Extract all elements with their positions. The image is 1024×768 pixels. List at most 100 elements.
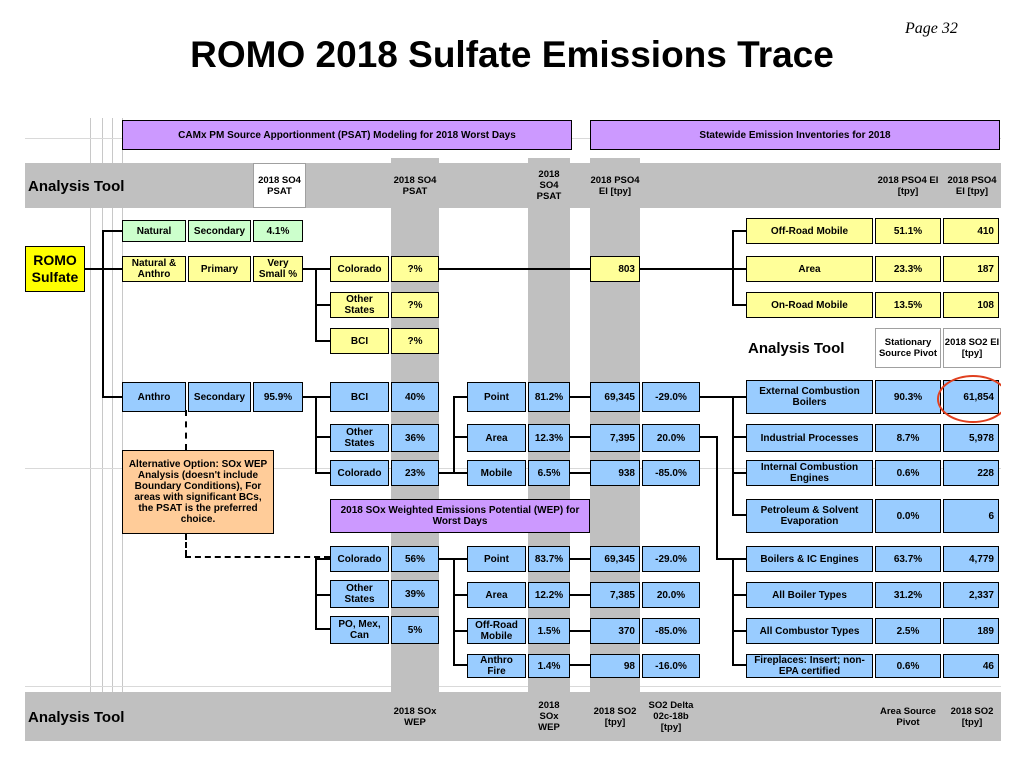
origin-anthro-source: Anthro — [122, 382, 186, 412]
stationary-source-pct: 8.7% — [875, 424, 941, 452]
stationary-source-pct: 0.6% — [875, 460, 941, 486]
wep-sector-so2: 69,345 — [590, 546, 640, 572]
wep-region-name: Other States — [330, 580, 389, 608]
psat-sector-name: Area — [467, 424, 526, 452]
pso4-source-pct: 23.3% — [875, 256, 941, 282]
psat-sector-so2: 69,345 — [590, 382, 640, 412]
alternative-option-note: Alternative Option: SOx WEP Analysis (do… — [122, 450, 274, 534]
origin-natural-source: Natural — [122, 220, 186, 242]
stationary-source-tpy: 5,978 — [943, 424, 999, 452]
col-header-so2-ei: 2018 SO2 EI [tpy] — [943, 328, 1001, 368]
col-header-so2-tpy: 2018 SO2 [tpy] — [593, 705, 637, 728]
wep-sector-share: 12.2% — [528, 582, 570, 608]
area-source-tpy: 2,337 — [943, 582, 999, 608]
analysis-tool-label-top: Analysis Tool — [28, 177, 125, 195]
stationary-source-name: Industrial Processes — [746, 424, 873, 452]
stationary-source-pct: 0.0% — [875, 499, 941, 533]
area-source-name: Fireplaces: Insert; non-EPA certified — [746, 654, 873, 678]
psat-region-share: 23% — [391, 460, 439, 486]
wep-sector-delta: 20.0% — [642, 582, 700, 608]
psat-region-name: BCI — [330, 382, 389, 412]
wep-region-name: Colorado — [330, 546, 389, 572]
area-source-name: All Boiler Types — [746, 582, 873, 608]
primary-region-share: ?% — [391, 256, 439, 282]
col-header-pso4-ei: 2018 PSO4 EI [tpy] — [590, 174, 640, 197]
wep-region-share: 56% — [391, 546, 439, 572]
primary-region-name: Other States — [330, 292, 389, 318]
area-source-name: All Combustor Types — [746, 618, 873, 644]
analysis-tool-label-bottom: Analysis Tool — [28, 708, 125, 726]
origin-anthro-share: 95.9% — [253, 382, 303, 412]
area-source-tpy: 4,779 — [943, 546, 999, 572]
psat-region-share: 40% — [391, 382, 439, 412]
stationary-source-tpy: 6 — [943, 499, 999, 533]
col-header-stationary-pivot: Stationary Source Pivot — [875, 328, 941, 368]
psat-region-name: Colorado — [330, 460, 389, 486]
inventory-banner: Statewide Emission Inventories for 2018 — [590, 120, 1000, 150]
slide-title: ROMO 2018 Sulfate Emissions Trace — [190, 34, 834, 75]
wep-sector-so2: 7,385 — [590, 582, 640, 608]
area-source-tpy: 46 — [943, 654, 999, 678]
stationary-source-pct: 90.3% — [875, 380, 941, 414]
psat-sector-share: 12.3% — [528, 424, 570, 452]
origin-mixed-share: Very Small % — [253, 256, 303, 282]
primary-region-name: Colorado — [330, 256, 389, 282]
analysis-tool-band-bottom — [25, 692, 1001, 741]
primary-region-name: BCI — [330, 328, 389, 354]
col-header-pso4-tpy: 2018 PSO4 EI [tpy] — [947, 174, 997, 197]
col-header-area-pivot: Area Source Pivot — [880, 705, 936, 728]
psat-sector-delta: 20.0% — [642, 424, 700, 452]
pso4-source-tpy: 108 — [943, 292, 999, 318]
wep-sector-delta: -16.0% — [642, 654, 700, 678]
wep-sector-name: Off-Road Mobile — [467, 618, 526, 644]
wep-sector-delta: -85.0% — [642, 618, 700, 644]
col-header-so2-tpy-2: 2018 SO2 [tpy] — [950, 705, 994, 728]
stationary-source-name: Internal Combustion Engines — [746, 460, 873, 486]
wep-sector-delta: -29.0% — [642, 546, 700, 572]
wep-sector-share: 1.4% — [528, 654, 570, 678]
area-source-name: Boilers & IC Engines — [746, 546, 873, 572]
psat-sector-share: 6.5% — [528, 460, 570, 486]
wep-sector-share: 1.5% — [528, 618, 570, 644]
wep-sector-name: Anthro Fire — [467, 654, 526, 678]
psat-sector-so2: 7,395 — [590, 424, 640, 452]
psat-sector-delta: -29.0% — [642, 382, 700, 412]
pso4-source-tpy: 410 — [943, 218, 999, 244]
root-romo-sulfate: ROMO Sulfate — [25, 246, 85, 292]
pso4-source-name: Area — [746, 256, 873, 282]
origin-anthro-type: Secondary — [188, 382, 251, 412]
area-source-pct: 63.7% — [875, 546, 941, 572]
origin-natural-type: Secondary — [188, 220, 251, 242]
primary-region-share: ?% — [391, 292, 439, 318]
col-header-wep-2: 2018 SOx WEP — [538, 700, 560, 733]
wep-region-share: 5% — [391, 616, 439, 644]
pso4-source-name: Off-Road Mobile — [746, 218, 873, 244]
highlight-circle — [937, 375, 1001, 423]
spreadsheet-diagram: Analysis Tool Analysis Tool Analysis Too… — [25, 118, 1001, 741]
wep-sector-so2: 98 — [590, 654, 640, 678]
psat-sector-name: Point — [467, 382, 526, 412]
stationary-source-name: External Combustion Boilers — [746, 380, 873, 414]
psat-sector-name: Mobile — [467, 460, 526, 486]
wep-sector-so2: 370 — [590, 618, 640, 644]
dashed-connector-horizontal — [185, 556, 330, 558]
pso4-source-pct: 13.5% — [875, 292, 941, 318]
area-source-pct: 0.6% — [875, 654, 941, 678]
origin-mixed-source: Natural & Anthro — [122, 256, 186, 282]
psat-sector-share: 81.2% — [528, 382, 570, 412]
dashed-connector-lower — [185, 534, 187, 556]
stationary-source-name: Petroleum & Solvent Evaporation — [746, 499, 873, 533]
col-header-psat-1: 2018 SO4 PSAT — [253, 163, 306, 208]
psat-banner: CAMx PM Source Apportionment (PSAT) Mode… — [122, 120, 572, 150]
wep-region-share: 39% — [391, 580, 439, 608]
area-source-tpy: 189 — [943, 618, 999, 644]
col-header-pso4-pct: 2018 PSO4 EI [tpy] — [877, 174, 939, 197]
pso4-source-name: On-Road Mobile — [746, 292, 873, 318]
primary-region-share: ?% — [391, 328, 439, 354]
psat-region-share: 36% — [391, 424, 439, 452]
psat-region-name: Other States — [330, 424, 389, 452]
col-header-wep-1: 2018 SOx WEP — [393, 705, 437, 728]
pso4-source-tpy: 187 — [943, 256, 999, 282]
wep-sector-name: Point — [467, 546, 526, 572]
col-header-psat-2: 2018 SO4 PSAT — [393, 174, 437, 197]
